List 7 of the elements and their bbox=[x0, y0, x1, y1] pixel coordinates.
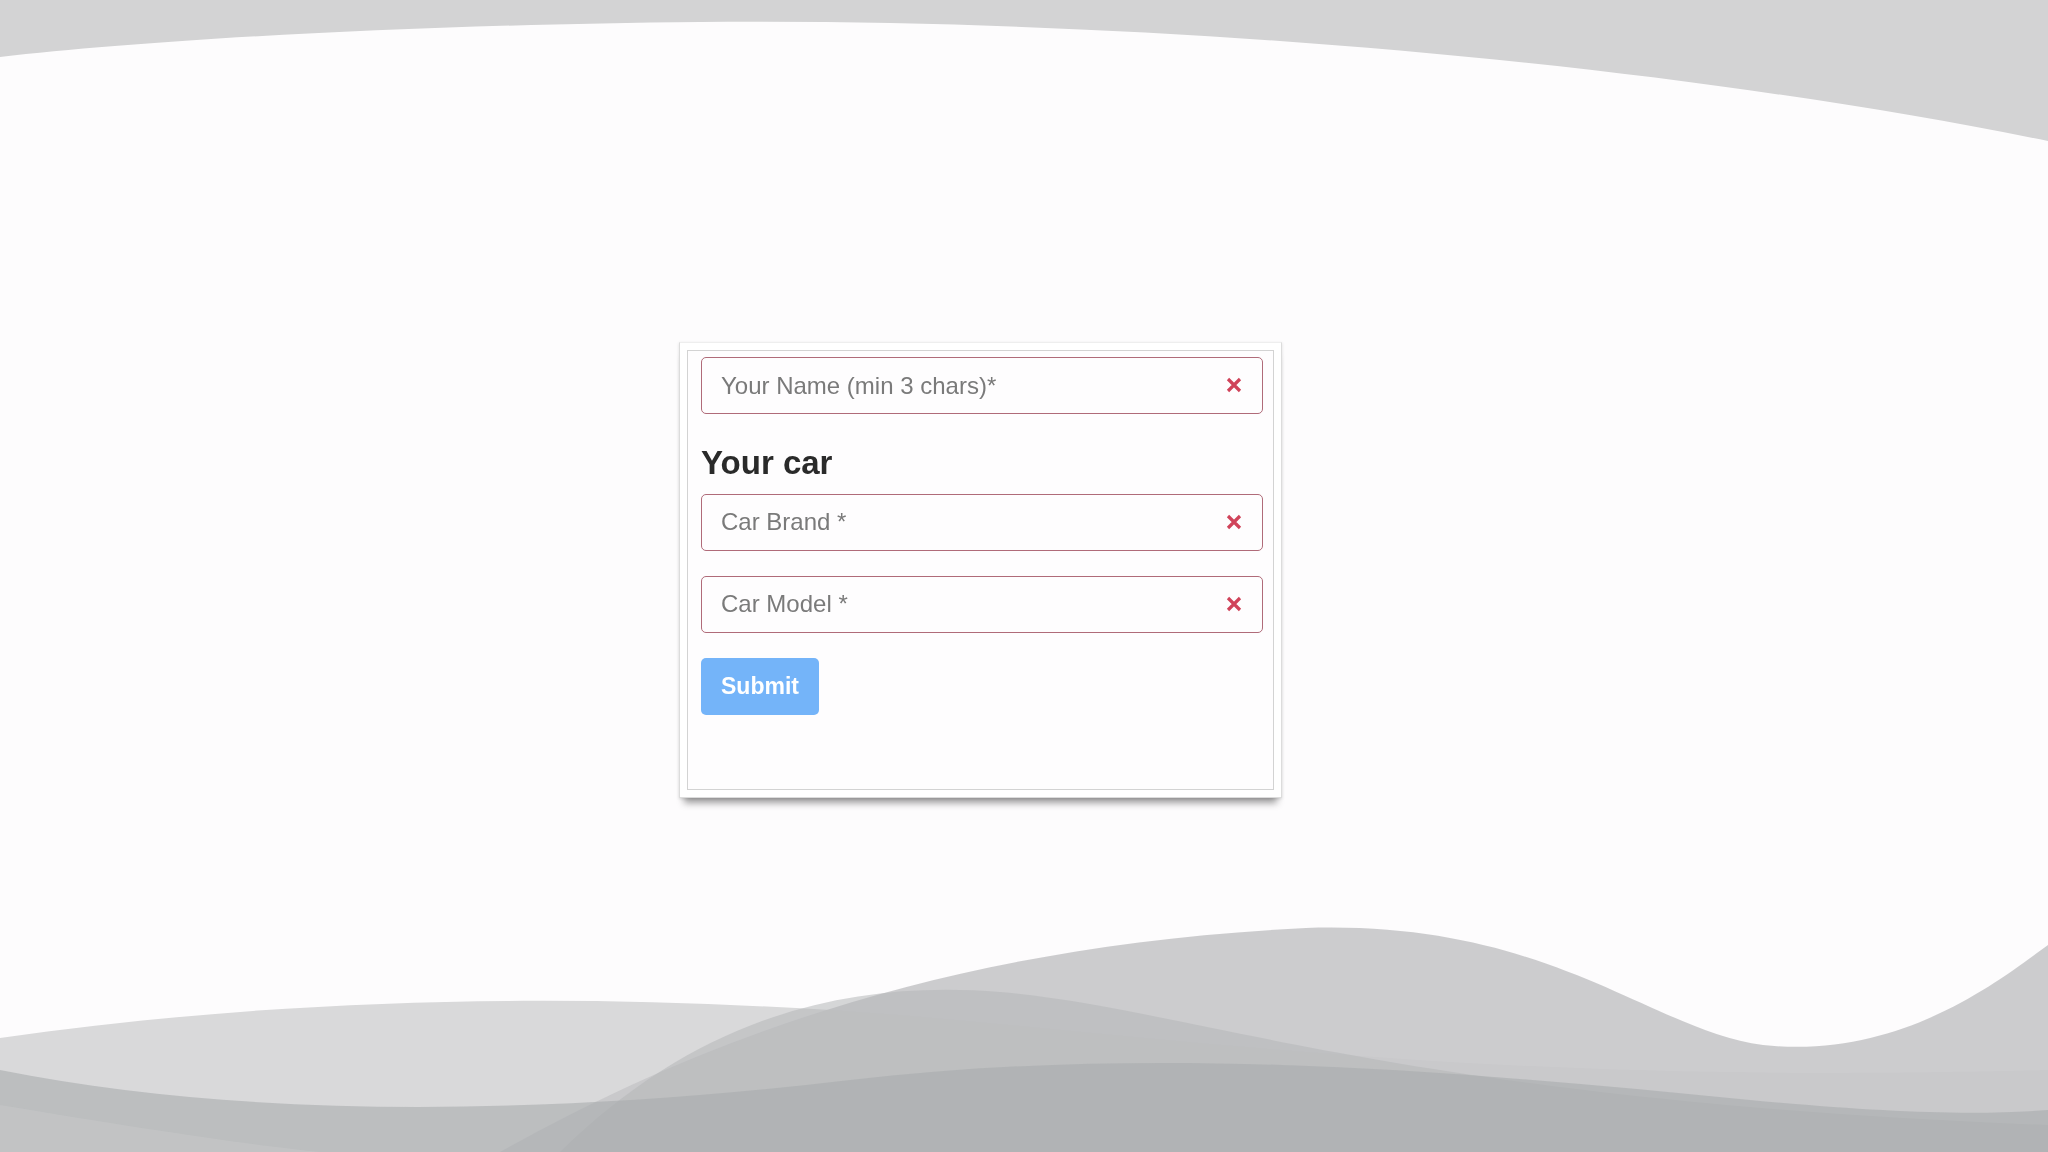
clear-icon bbox=[1226, 513, 1242, 530]
clear-icon bbox=[1226, 595, 1242, 612]
input-field[interactable]: Car Brand * bbox=[701, 493, 1263, 551]
input-field[interactable]: Car Model * bbox=[701, 575, 1263, 633]
input-field[interactable]: Your Name (min 3 chars)* bbox=[701, 357, 1263, 414]
clear-icon bbox=[1226, 377, 1242, 393]
section-heading: Your car bbox=[701, 443, 834, 483]
